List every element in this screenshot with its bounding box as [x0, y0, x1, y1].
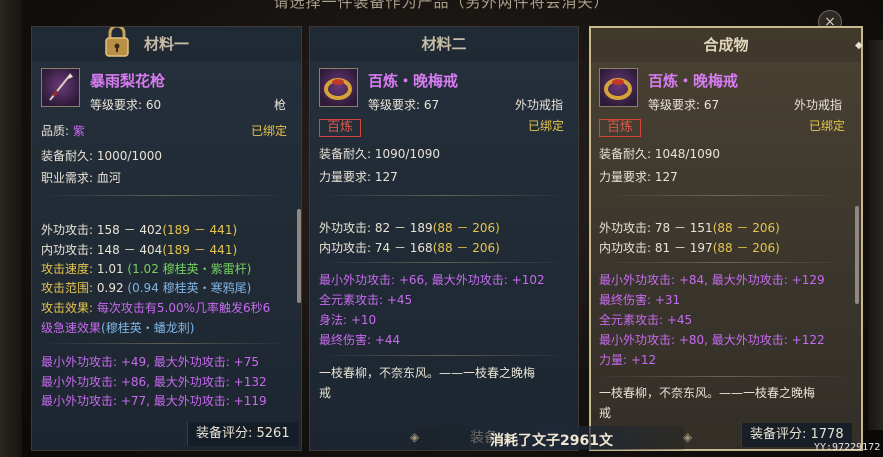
item-type: 外功戒指 [794, 98, 843, 112]
level-requirement: 等级要求: 60 [90, 98, 162, 112]
divider [319, 195, 569, 196]
quality-row: 品质: 紫 [41, 124, 85, 138]
dialog-title: 请选择一件装备作为产品（另外两件将会消失） [273, 0, 610, 11]
right-frame-edge [868, 40, 883, 430]
flavor-text: 一枝春柳，不奈东风。——一枝春之晚梅 [319, 366, 536, 380]
spear-icon [41, 68, 80, 107]
bound-status: 已绑定 [528, 119, 565, 133]
cost-text: 消耗了文子2961文 [490, 433, 613, 449]
watermark-text: YY:97229172 [814, 442, 881, 453]
bound-status: 已绑定 [251, 124, 288, 138]
panel-header: 合成物 [591, 28, 861, 62]
bound-status: 已绑定 [809, 119, 846, 133]
extra-stat: 最小外功攻击: +80, 最大外功攻击: +122 [599, 333, 825, 347]
scrollbar-thumb[interactable] [297, 209, 301, 303]
divider [599, 376, 849, 377]
dialog-title-bar: 请选择一件装备作为产品（另外两件将会消失） [0, 0, 883, 14]
extra-stat: 最小外功攻击: +86, 最大外功攻击: +132 [41, 375, 267, 389]
durability: 装备耐久: 1000/1000 [41, 149, 162, 163]
class-requirement: 职业需求: 血河 [41, 171, 121, 185]
panel-header: 材料二 [310, 27, 578, 61]
durability: 装备耐久: 1090/1090 [319, 147, 440, 161]
item-name: 百炼・晚梅戒 [368, 72, 459, 90]
divider [319, 262, 569, 263]
divider [41, 343, 291, 344]
refined-badge: 百炼 [319, 119, 362, 137]
extra-stat: 最终伤害: +31 [599, 293, 681, 307]
material-two-panel[interactable]: 材料二 百炼・晚梅戒 等级要求: 67 外功戒指 百炼 已绑定 装备耐久: 10… [309, 26, 579, 451]
selected-corner-icon: ◆ [855, 40, 863, 51]
item-type: 枪 [274, 98, 287, 112]
divider [319, 355, 569, 356]
equipment-score: 装备评分: 5261 [187, 422, 298, 446]
lock-icon [105, 27, 129, 57]
strength-requirement: 力量要求: 127 [599, 170, 678, 184]
divider [599, 262, 849, 263]
quality-value: 紫 [72, 124, 85, 138]
flavor-text-cont: 戒 [599, 406, 612, 420]
stat-row: 外功攻击: 78 － 151(88 － 206) [599, 221, 780, 235]
flavor-text-cont: 戒 [319, 386, 332, 400]
scrollbar-thumb[interactable] [855, 206, 859, 304]
ring-icon [599, 68, 638, 107]
stat-row: 内功攻击: 148 － 404(189 － 441) [41, 243, 238, 257]
extra-stat: 全元素攻击: +45 [319, 293, 413, 307]
extra-stat: 最小外功攻击: +84, 最大外功攻击: +129 [599, 273, 825, 287]
divider [41, 195, 291, 196]
extra-stat: 最小外功攻击: +66, 最大外功攻击: +102 [319, 273, 545, 287]
strength-requirement: 力量要求: 127 [319, 170, 398, 184]
refined-badge: 百炼 [599, 119, 642, 137]
stat-row: 内功攻击: 81 － 197(88 － 206) [599, 241, 780, 255]
extra-stat: 最小外功攻击: +49, 最大外功攻击: +75 [41, 355, 259, 369]
attack-effect-cont: 级急速效果(穆桂英・蟠龙刺) [41, 321, 195, 335]
stat-row: 攻击速度: 1.01 (1.02 穆桂英・紫雷杆) [41, 262, 252, 276]
stat-row: 外功攻击: 158 － 402(189 － 441) [41, 223, 238, 237]
ornament-icon: ◈ [410, 430, 420, 444]
extra-stat: 最小外功攻击: +77, 最大外功攻击: +119 [41, 394, 267, 408]
stat-row: 内功攻击: 74 － 168(88 － 206) [319, 241, 500, 255]
item-type: 外功戒指 [515, 98, 564, 112]
level-requirement: 等级要求: 67 [368, 98, 440, 112]
extra-stat: 力量: +12 [599, 353, 657, 367]
extra-stat: 全元素攻击: +45 [599, 313, 693, 327]
flavor-text: 一枝春柳，不奈东风。——一枝春之晚梅 [599, 386, 816, 400]
left-frame-edge [0, 0, 22, 457]
extra-stat: 身法: +10 [319, 313, 377, 327]
stat-row: 外功攻击: 82 － 189(88 － 206) [319, 221, 500, 235]
durability: 装备耐久: 1048/1090 [599, 147, 720, 161]
item-name: 暴雨梨花枪 [90, 72, 166, 90]
attack-effect: 攻击效果: 每次攻击有5.00%几率触发6秒6 [41, 301, 271, 315]
result-panel[interactable]: 合成物 百炼・晚梅戒 等级要求: 67 外功戒指 百炼 已绑定 装备耐久: 10… [589, 26, 863, 451]
panel-header: 材料一 [32, 27, 301, 61]
stat-row: 攻击范围: 0.92 (0.94 穆桂英・寒鸦尾) [41, 281, 252, 295]
item-name: 百炼・晚梅戒 [648, 72, 739, 90]
material-one-panel[interactable]: 材料一 暴雨梨花枪 等级要求: 60 枪 品质: 紫 已绑定 装备耐久: 100… [31, 26, 302, 451]
divider [599, 195, 849, 196]
ring-icon [319, 68, 358, 107]
extra-stat: 最终伤害: +44 [319, 333, 401, 347]
ornament-icon: ◈ [683, 430, 693, 444]
level-requirement: 等级要求: 67 [648, 98, 720, 112]
